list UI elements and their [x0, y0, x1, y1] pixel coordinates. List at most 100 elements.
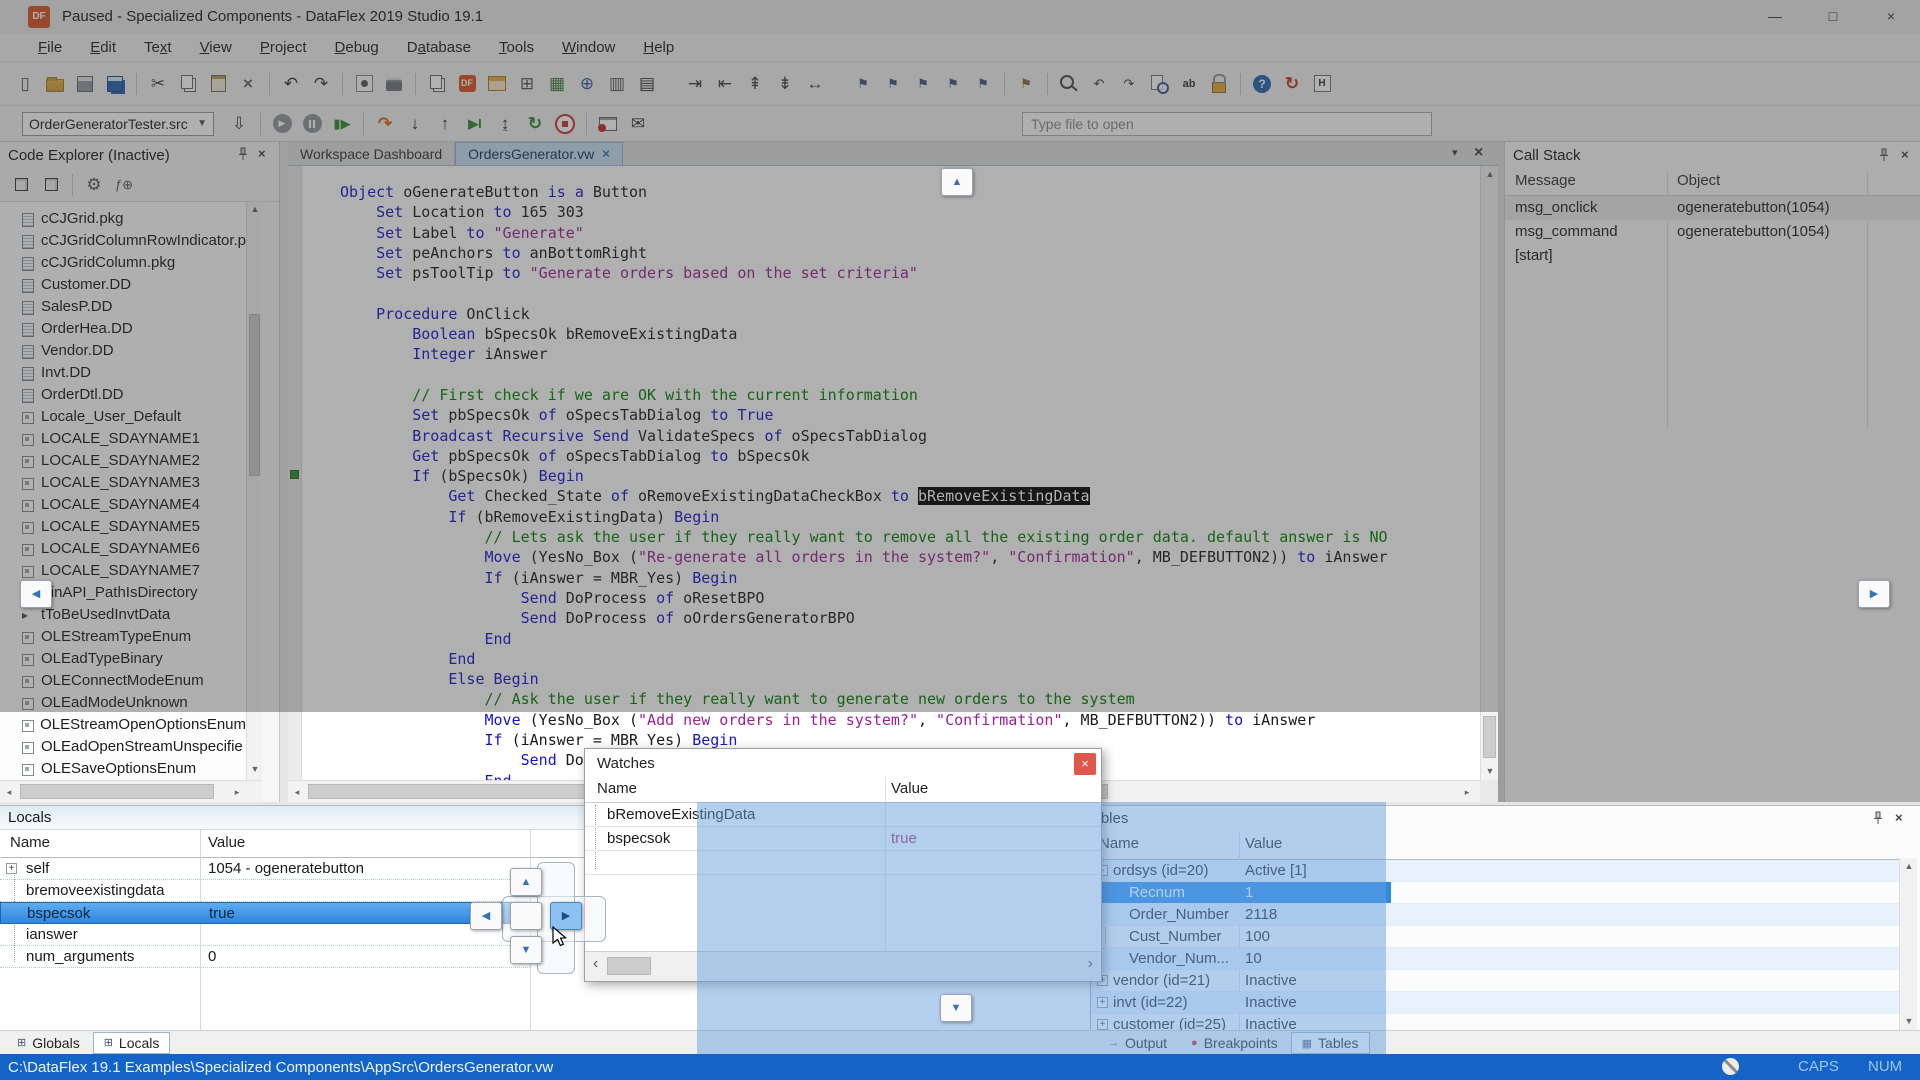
- menu-item[interactable]: Text: [130, 33, 186, 62]
- menu-item[interactable]: Help: [629, 33, 688, 62]
- debug-icon-run[interactable]: [268, 110, 296, 138]
- menu-item[interactable]: Window: [548, 33, 629, 62]
- locals-row-self[interactable]: +self1054 - ogeneratebutton: [0, 858, 530, 880]
- menu-item[interactable]: File: [24, 33, 76, 62]
- tree-item[interactable]: LOCALE_SDAYNAME3: [0, 472, 246, 494]
- tree-vscroll-thumb[interactable]: [249, 314, 260, 476]
- toolbar-icon-save[interactable]: [71, 70, 99, 98]
- tree-item[interactable]: LOCALE_SDAYNAME2: [0, 450, 246, 472]
- toolbar-icon-save-all[interactable]: [101, 70, 129, 98]
- toolbar-icon-find-next[interactable]: ↷: [1115, 70, 1143, 98]
- dock-guide-bottom[interactable]: ▼: [940, 994, 972, 1022]
- dock-guide-top[interactable]: ▲: [941, 168, 973, 196]
- scroll-left-icon[interactable]: ‹: [593, 955, 598, 973]
- toolbar-icon-goto-up[interactable]: ⇞: [741, 70, 769, 98]
- panel-close-icon[interactable]: ×: [1895, 810, 1903, 826]
- explorer-tool-icon-sync-object[interactable]: [7, 171, 35, 199]
- toolbar-icon-goto-line[interactable]: ↔: [801, 70, 829, 98]
- expander-icon[interactable]: +: [6, 863, 17, 874]
- expander-icon[interactable]: +: [1097, 1019, 1108, 1030]
- menu-item[interactable]: Database: [393, 33, 485, 62]
- tree-item[interactable]: Invt.DD: [0, 362, 246, 384]
- toolbar-icon-bookmark-prev[interactable]: ⚑: [879, 70, 907, 98]
- bottom-tab[interactable]: →Output: [1097, 1032, 1178, 1054]
- toolbar-icon-database-explorer[interactable]: ⊕: [573, 70, 601, 98]
- column-header[interactable]: Value: [208, 834, 245, 851]
- toolbar-icon-bookmark-first[interactable]: ⚑: [939, 70, 967, 98]
- column-header[interactable]: Name: [597, 780, 637, 797]
- explorer-tool-icon[interactable]: [72, 174, 73, 196]
- toolbar-icon-help-refresh[interactable]: ↻: [1278, 70, 1306, 98]
- tree-item[interactable]: SalesP.DD: [0, 296, 246, 318]
- debug-icon-step-out[interactable]: ↑: [431, 110, 459, 138]
- toolbar-icon-undo[interactable]: ↶: [277, 70, 305, 98]
- tree-item[interactable]: cCJGrid.pkg: [0, 208, 246, 230]
- locals-row-bspecsok[interactable]: bspecsoktrue: [0, 902, 530, 924]
- tree-hscroll-thumb[interactable]: [20, 784, 214, 799]
- debug-icon-step-over[interactable]: ↷: [371, 110, 399, 138]
- tables-row-vendor-num-[interactable]: Vendor_Num...10: [1091, 948, 1899, 970]
- toolbar-icon-help[interactable]: [1248, 70, 1276, 98]
- tree-item[interactable]: Customer.DD: [0, 274, 246, 296]
- menu-item[interactable]: Project: [246, 33, 321, 62]
- scroll-right-icon[interactable]: ›: [1088, 955, 1093, 973]
- toolbar-icon-find-prev[interactable]: ↶: [1085, 70, 1113, 98]
- locals-row-num-arguments[interactable]: num_arguments0: [0, 946, 530, 968]
- tables-row-recnum[interactable]: Recnum1: [1091, 882, 1899, 904]
- tab-list-icon[interactable]: ▾: [1452, 146, 1458, 159]
- minimize-button[interactable]: —: [1746, 0, 1804, 33]
- editor-vscroll-thumb[interactable]: [1483, 716, 1496, 758]
- dock-diamond-left[interactable]: ◀: [470, 902, 502, 930]
- toolbar-icon-table-viewer[interactable]: ▥: [603, 70, 631, 98]
- locals-row-bremoveexistingdata[interactable]: bremoveexistingdata: [0, 880, 530, 902]
- toolbar-icon-bookmark-clear[interactable]: ⚑: [1012, 70, 1040, 98]
- tree-item[interactable]: LOCALE_SDAYNAME4: [0, 494, 246, 516]
- debug-icon[interactable]: [363, 113, 364, 135]
- column-header[interactable]: Name: [10, 834, 50, 851]
- debug-icon-run-to-cursor[interactable]: ▶I: [461, 110, 489, 138]
- maximize-button[interactable]: □: [1804, 0, 1862, 33]
- dock-diamond-up[interactable]: ▲: [510, 868, 542, 896]
- toolbar-icon-find-in-files[interactable]: [1145, 70, 1173, 98]
- tree-item[interactable]: LOCALE_SDAYNAME6: [0, 538, 246, 560]
- close-icon[interactable]: ×: [1074, 753, 1096, 775]
- explorer-tool-icon-show-methods[interactable]: ⚙: [80, 171, 108, 199]
- toolbar-icon[interactable]: [831, 70, 847, 98]
- project-file-selector[interactable]: OrderGeneratorTester.src ▼: [22, 112, 214, 136]
- tree-item[interactable]: OLEadModeUnknown: [0, 692, 246, 714]
- tables-row-order-number[interactable]: Order_Number2118: [1091, 904, 1899, 926]
- dock-guide-right[interactable]: ▶: [1858, 580, 1890, 608]
- column-header[interactable]: Name: [1099, 835, 1139, 852]
- toolbar-icon-bookmark-last[interactable]: ⚑: [969, 70, 997, 98]
- editor-vscrollbar[interactable]: ▲ ▼: [1480, 166, 1498, 780]
- editor-tab[interactable]: OrdersGenerator.vw×: [455, 142, 623, 165]
- toolbar-icon-data-dictionary[interactable]: ▦: [543, 70, 571, 98]
- debug-icon[interactable]: [586, 113, 587, 135]
- explorer-tool-icon-locate-object[interactable]: [37, 171, 65, 199]
- toolbar-icon[interactable]: [663, 70, 679, 98]
- menu-item[interactable]: Debug: [321, 33, 393, 62]
- column-header[interactable]: Value: [1245, 835, 1282, 852]
- toolbar-icon[interactable]: [1240, 73, 1241, 95]
- toolbar-icon-goto-down[interactable]: ⇟: [771, 70, 799, 98]
- toolbar-icon-find[interactable]: [1055, 70, 1083, 98]
- menu-item[interactable]: View: [186, 33, 246, 62]
- toolbar-icon-dataflex-studio[interactable]: [453, 70, 481, 98]
- column-header[interactable]: Message: [1515, 172, 1576, 189]
- tables-row-vendor-id-21-[interactable]: +vendor (id=21)Inactive: [1091, 970, 1899, 992]
- column-header[interactable]: Object: [1677, 172, 1720, 189]
- tree-item[interactable]: LOCALE_SDAYNAME5: [0, 516, 246, 538]
- debug-icon-restart[interactable]: ↻: [521, 110, 549, 138]
- dock-diamond-center[interactable]: [510, 902, 542, 930]
- debug-icon-validate-source[interactable]: ✉: [624, 110, 652, 138]
- dock-guide-left[interactable]: ◀: [20, 580, 52, 608]
- watch-row-bremoveexistingdata[interactable]: bRemoveExistingData: [585, 803, 1101, 827]
- explorer-tool-icon-show-functions[interactable]: ƒ⊕: [110, 171, 138, 199]
- toolbar-icon[interactable]: [269, 73, 270, 95]
- debug-icon-set-next-statement[interactable]: ↨: [491, 110, 519, 138]
- tree-item[interactable]: OLEConnectModeEnum: [0, 670, 246, 692]
- left-splitter[interactable]: [280, 142, 288, 802]
- editor-tab[interactable]: Workspace Dashboard: [288, 142, 455, 165]
- pin-icon[interactable]: [238, 147, 248, 165]
- toolbar-icon-help-index[interactable]: [1308, 70, 1336, 98]
